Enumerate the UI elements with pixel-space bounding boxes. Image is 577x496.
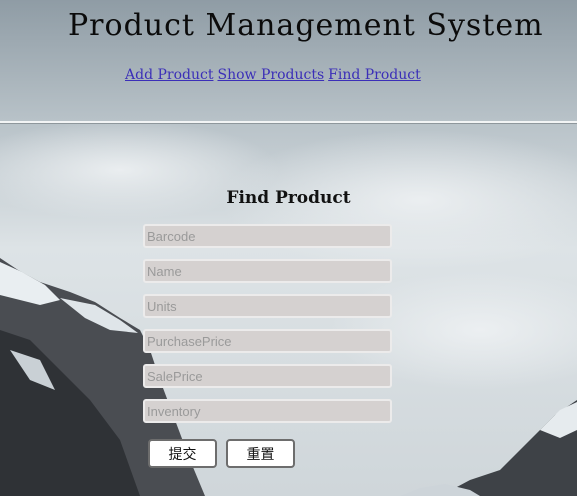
sale-price-field[interactable] — [143, 364, 392, 388]
units-field[interactable] — [143, 294, 392, 318]
reset-button[interactable]: 重置 — [226, 439, 295, 468]
purchase-price-field[interactable] — [143, 329, 392, 353]
inventory-field[interactable] — [143, 399, 392, 423]
top-nav: Add Product Show Products Find Product — [125, 67, 425, 83]
section-title: Find Product — [226, 188, 351, 208]
find-product-form — [143, 224, 393, 434]
header-divider — [0, 121, 577, 123]
nav-link-show-products[interactable]: Show Products — [217, 67, 324, 83]
page-header: Product Management System Add Product Sho… — [0, 0, 577, 120]
barcode-field[interactable] — [143, 224, 392, 248]
page-title: Product Management System — [68, 8, 544, 43]
name-field[interactable] — [143, 259, 392, 283]
submit-button[interactable]: 提交 — [148, 439, 217, 468]
form-buttons: 提交 重置 — [148, 439, 304, 468]
nav-link-add-product[interactable]: Add Product — [125, 67, 213, 83]
nav-link-find-product[interactable]: Find Product — [328, 67, 421, 83]
